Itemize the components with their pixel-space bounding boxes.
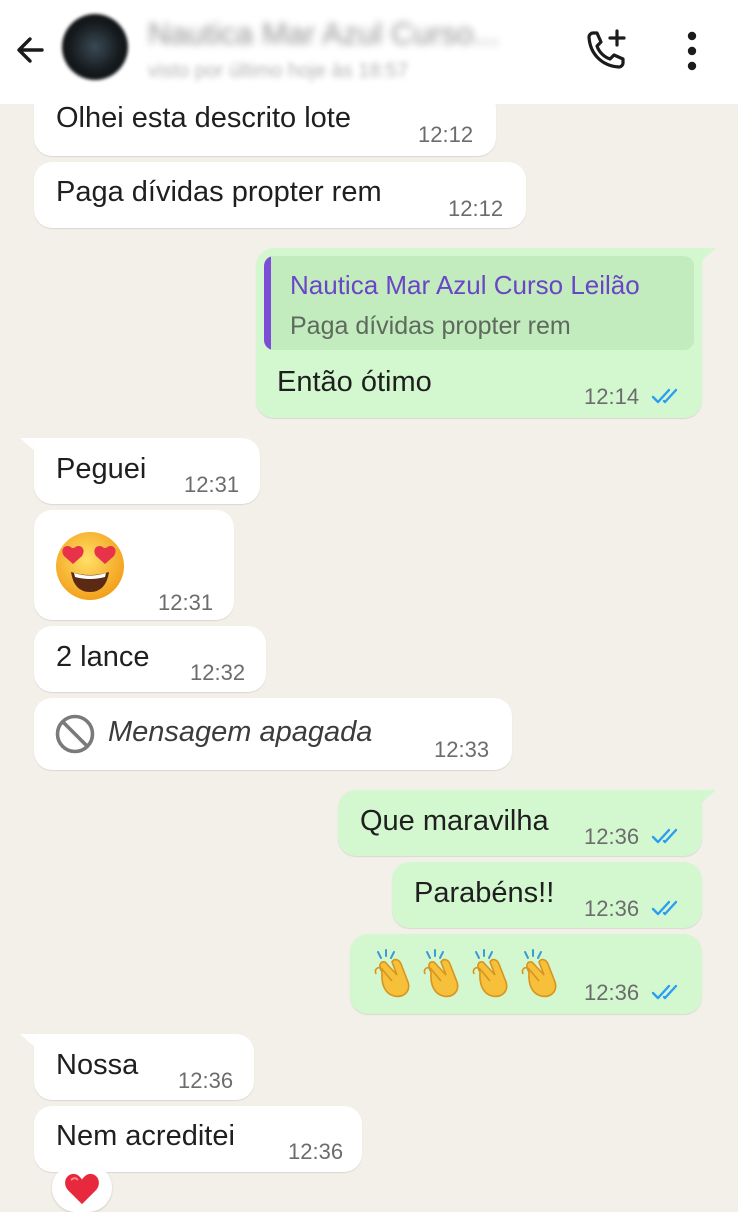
add-call-icon[interactable] bbox=[582, 28, 628, 74]
more-vertical-icon[interactable] bbox=[670, 28, 714, 74]
heart-eyes-emoji bbox=[56, 532, 124, 600]
message-bubble-outgoing[interactable]: Nautica Mar Azul Curso Leilão Paga dívid… bbox=[256, 248, 702, 418]
clapping-hands-emoji bbox=[374, 949, 410, 998]
message-text: Peguei bbox=[56, 453, 147, 485]
message-text: Nem acreditei bbox=[56, 1120, 235, 1152]
message-bubble-incoming-deleted[interactable]: Mensagem apagada 12:33 bbox=[34, 698, 512, 770]
message-time: 12:14 bbox=[584, 384, 640, 409]
quoted-message[interactable]: Nautica Mar Azul Curso Leilão Paga dívid… bbox=[264, 256, 694, 350]
message-time: 12:33 bbox=[434, 737, 490, 762]
read-ticks-icon bbox=[651, 984, 678, 1000]
message-time: 12:31 bbox=[158, 590, 214, 615]
message-time: 12:31 bbox=[184, 472, 240, 497]
deleted-message-text: Mensagem apagada bbox=[108, 716, 373, 748]
message-text: Parabéns!! bbox=[414, 877, 555, 909]
message-bubble-incoming[interactable]: Olhei esta descrito lote 12:12 bbox=[34, 90, 496, 156]
message-text: Olhei esta descrito lote bbox=[56, 102, 351, 134]
message-bubble-incoming[interactable]: Nossa 12:36 bbox=[34, 1034, 254, 1100]
read-ticks-icon bbox=[651, 828, 678, 844]
clapping-hands-emoji bbox=[472, 949, 508, 998]
chat-header: Nautica Mar Azul Curso... visto por últi… bbox=[0, 0, 738, 104]
message-bubble-outgoing[interactable]: Que maravilha 12:36 bbox=[338, 790, 702, 856]
message-time: 12:36 bbox=[584, 896, 640, 921]
quote-text: Paga dívidas propter rem bbox=[290, 312, 571, 340]
message-time: 12:36 bbox=[584, 824, 640, 849]
message-bubble-outgoing[interactable]: Parabéns!! 12:36 bbox=[392, 862, 702, 928]
clapping-hands-emoji bbox=[521, 949, 557, 998]
message-text: Que maravilha bbox=[360, 805, 549, 837]
message-time: 12:36 bbox=[288, 1139, 344, 1164]
message-time: 12:12 bbox=[418, 122, 474, 147]
message-time: 12:36 bbox=[584, 980, 640, 1005]
arrow-left-icon[interactable] bbox=[12, 30, 52, 70]
message-time: 12:36 bbox=[178, 1068, 234, 1093]
message-bubble-incoming[interactable]: Peguei 12:31 bbox=[34, 438, 260, 504]
message-bubble-outgoing[interactable]: 12:36 bbox=[350, 934, 702, 1014]
message-time: 12:32 bbox=[190, 660, 246, 685]
avatar[interactable] bbox=[62, 14, 128, 80]
clapping-hands-emoji bbox=[423, 949, 459, 998]
message-bubble-incoming[interactable]: 12:31 bbox=[34, 510, 234, 620]
contact-status: visto por último hoje às 18:57 bbox=[148, 60, 409, 82]
message-bubble-incoming[interactable]: 2 lance 12:32 bbox=[34, 626, 266, 692]
message-bubble-incoming[interactable]: Paga dívidas propter rem 12:12 bbox=[34, 162, 526, 228]
read-ticks-icon bbox=[651, 388, 678, 404]
contact-name[interactable]: Nautica Mar Azul Curso... bbox=[148, 16, 528, 52]
red-heart-emoji bbox=[65, 1173, 99, 1205]
message-bubble-incoming[interactable]: Nem acreditei 12:36 bbox=[34, 1106, 362, 1172]
message-text: Então ótimo bbox=[277, 366, 432, 398]
blocked-icon bbox=[55, 714, 95, 754]
message-reaction[interactable] bbox=[52, 1164, 112, 1212]
message-text: Paga dívidas propter rem bbox=[56, 176, 382, 208]
message-time: 12:12 bbox=[448, 196, 504, 221]
quote-bar bbox=[264, 256, 271, 350]
read-ticks-icon bbox=[651, 900, 678, 916]
message-text: Nossa bbox=[56, 1049, 139, 1081]
message-text: 2 lance bbox=[56, 641, 150, 673]
quote-author: Nautica Mar Azul Curso Leilão bbox=[290, 270, 640, 300]
